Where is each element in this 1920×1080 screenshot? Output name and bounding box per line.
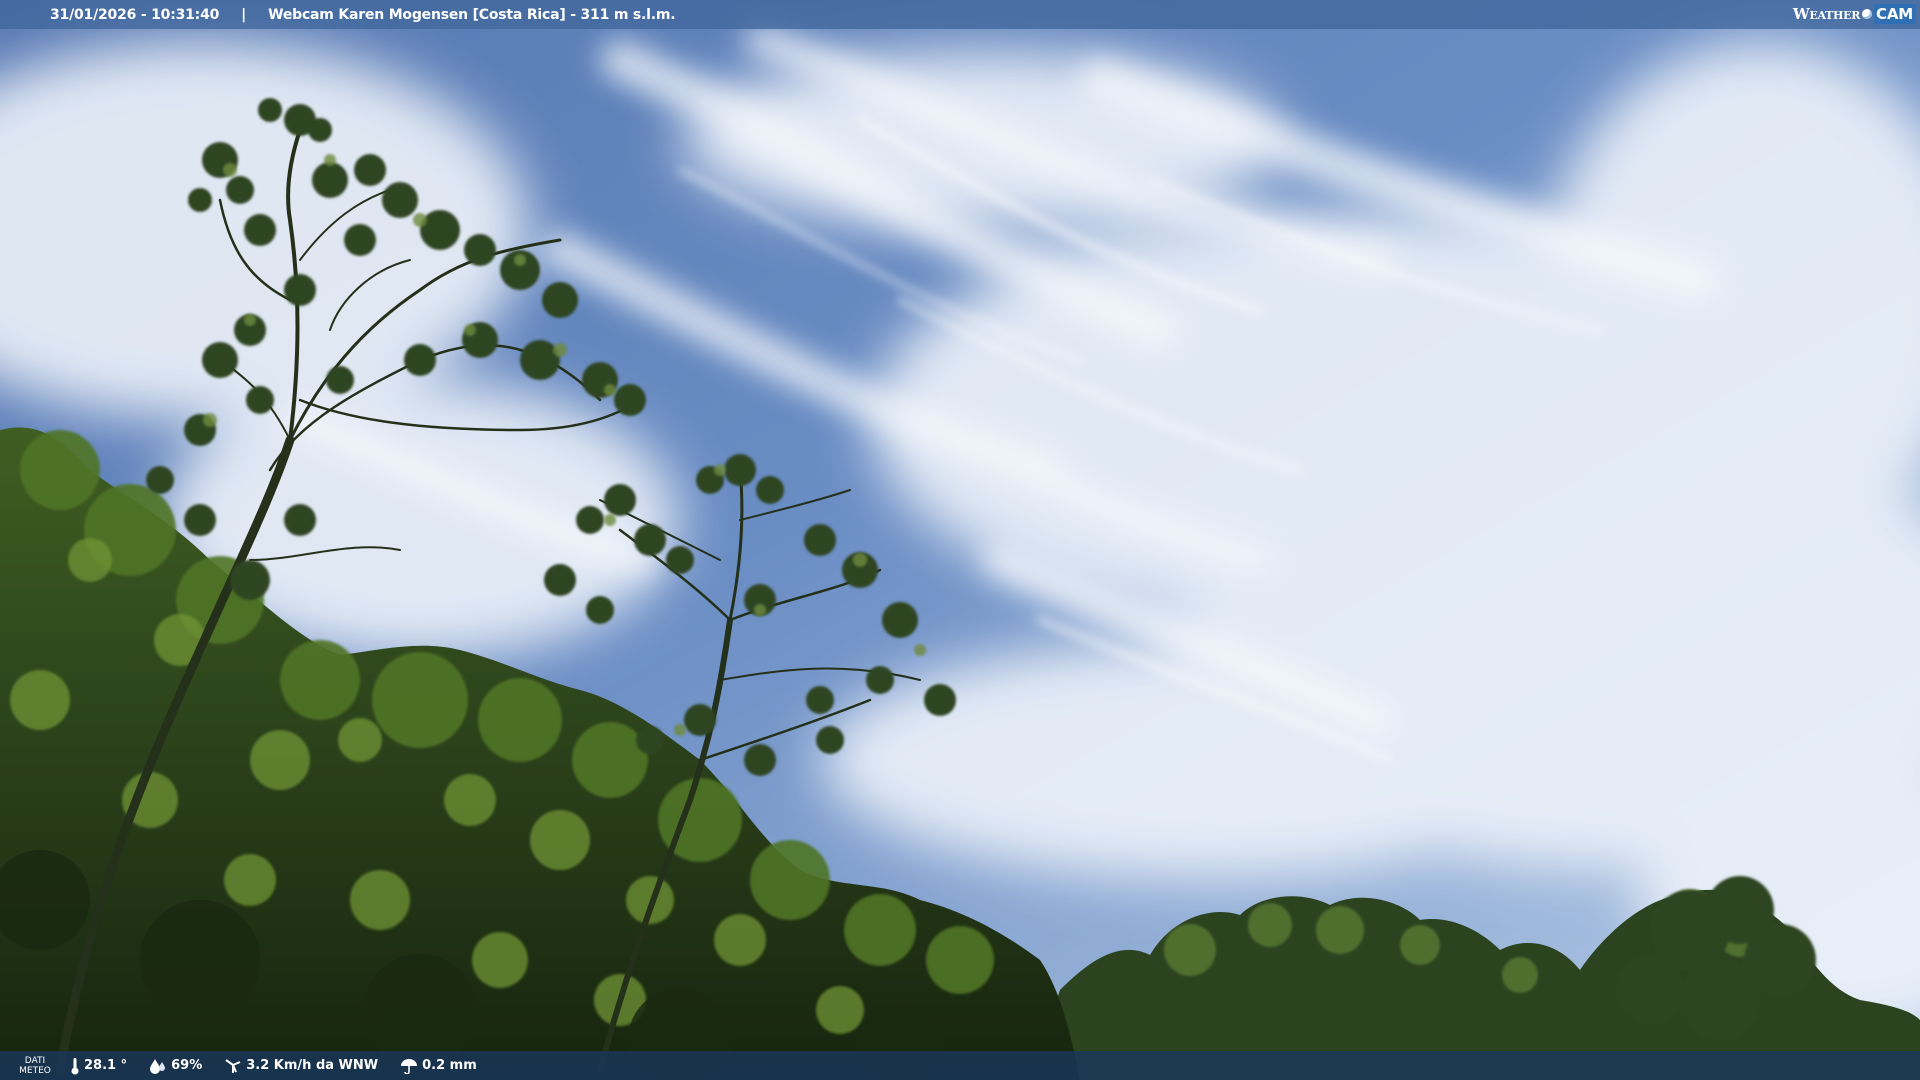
wind-value: 3.2 Km/h da WNW [246, 1058, 379, 1073]
humidity-reading: 69% [149, 1058, 202, 1074]
humidity-drop-icon [149, 1058, 167, 1074]
meteo-label: DATI METEO [0, 1056, 70, 1076]
rain-icon [400, 1058, 418, 1074]
meteo-label-line1: DATI [24, 1055, 46, 1066]
weathercam-logo: Weather CAM [1793, 3, 1916, 25]
logo-weather-text: Weather [1792, 5, 1861, 23]
top-info-bar: 31/01/2026 - 10:31:40 | Webcam Karen Mog… [0, 0, 1920, 29]
logo-cam-text: CAM [1874, 4, 1916, 24]
humidity-value: 69% [171, 1058, 203, 1073]
logo-dot-icon [1862, 9, 1873, 19]
thermometer-icon [70, 1057, 80, 1075]
webcam-title: Webcam Karen Mogensen [Costa Rica] - 311… [268, 6, 676, 23]
temperature-value: 28.1 ° [84, 1058, 128, 1073]
webcam-image [0, 0, 1920, 1080]
rain-reading: 0.2 mm [400, 1058, 477, 1074]
bottom-meteo-bar: DATI METEO 28.1 ° 69% 3.2 Km/h da WNW 0.… [0, 1051, 1920, 1080]
separator: | [241, 6, 247, 23]
timestamp: 31/01/2026 - 10:31:40 [50, 6, 220, 23]
wind-reading: 3.2 Km/h da WNW [224, 1057, 378, 1075]
rain-value: 0.2 mm [422, 1058, 477, 1073]
temperature-reading: 28.1 ° [70, 1057, 127, 1075]
meteo-label-line2: METEO [19, 1065, 51, 1076]
wind-icon [224, 1057, 242, 1075]
